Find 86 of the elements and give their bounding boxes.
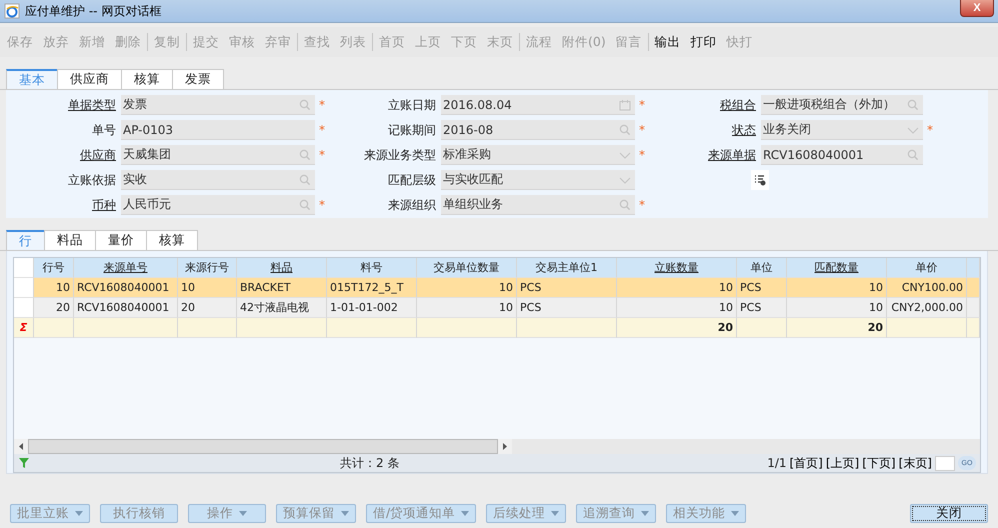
field-label[interactable]: 税组合 (656, 96, 761, 114)
search-icon (299, 198, 311, 210)
toolbar-button[interactable]: 输出 (650, 34, 686, 50)
pager-link[interactable]: [末页] (898, 454, 932, 472)
input-field[interactable]: 人民币元 (121, 195, 315, 215)
required-mark: * (318, 148, 326, 162)
tab[interactable]: 供应商 (57, 69, 122, 89)
window-title: 应付单维护 -- 网页对话框 (25, 2, 162, 20)
tab[interactable]: 核算 (121, 69, 173, 89)
required-mark: * (638, 148, 646, 162)
table-cell: 20 (617, 318, 737, 338)
field-label[interactable]: 状态 (656, 122, 761, 138)
input-field[interactable]: 2016-08 (441, 120, 635, 140)
caret-icon (239, 511, 247, 516)
required-mark: * (318, 198, 326, 212)
field-label: 来源组织 (387, 196, 437, 214)
calendar-icon (619, 98, 631, 110)
table-cell (178, 318, 237, 338)
field-label[interactable]: 币种 (6, 196, 121, 214)
tab[interactable]: 核算 (146, 230, 198, 250)
input-field[interactable]: 与实收匹配 (441, 170, 635, 190)
input-field[interactable]: 实收 (121, 170, 315, 190)
page-input[interactable] (935, 456, 955, 470)
search-icon (299, 148, 311, 160)
search-icon (299, 174, 311, 186)
caret-icon (75, 511, 83, 516)
row-selector-cell[interactable] (14, 278, 34, 298)
input-field[interactable]: 2016.08.04 (441, 95, 635, 115)
horizontal-scrollbar[interactable] (14, 439, 980, 454)
input-field[interactable]: AP-0103 (121, 120, 315, 140)
row-selector-cell[interactable] (14, 298, 34, 318)
field-label: 记账期间 (387, 122, 437, 138)
input-field[interactable]: 业务关闭 (761, 120, 923, 140)
required-mark: * (638, 123, 646, 137)
pager-link[interactable]: [上页] (826, 454, 860, 472)
list-settings-button[interactable] (751, 170, 769, 190)
field-label: 来源业务类型 (363, 146, 437, 164)
table-row[interactable]: 10 RCV1608040001 10 BRACKET 015T172_5_T 10 PCS 10 PCS 10 CNY100.00 (14, 278, 980, 298)
filter-icon[interactable] (18, 457, 30, 469)
table-cell: 20 (787, 318, 887, 338)
toolbar-button[interactable]: 打印 (686, 34, 722, 50)
field-label: 立账日期 (387, 96, 437, 114)
input-field[interactable]: 单组织业务 (441, 195, 635, 215)
required-mark: * (318, 98, 326, 112)
caret-icon (731, 511, 740, 516)
caret-icon (341, 511, 349, 516)
input-field[interactable]: 发票 (121, 95, 315, 115)
record-count: 共计：2 条 (340, 454, 400, 472)
required-mark: * (638, 98, 646, 112)
pager-link[interactable]: [首页] (790, 454, 823, 472)
field-label[interactable]: 单据类型 (6, 96, 121, 114)
tab[interactable]: 发票 (172, 69, 224, 89)
table-row[interactable]: 20 RCV1608040001 20 42寸液晶电视 1-01-01-002 10 PCS 10 PCS 10 CNY2,000.00 (14, 298, 980, 318)
input-field[interactable]: 天威集团 (121, 145, 315, 165)
caret-icon (551, 511, 560, 516)
required-mark: * (318, 123, 326, 137)
scroll-left-icon[interactable] (14, 439, 28, 454)
pager-link[interactable]: [下页] (862, 454, 896, 472)
close-button[interactable]: 关闭 (910, 504, 988, 523)
browser-icon (4, 3, 20, 19)
input-field[interactable]: 一般进项税组合（外加） (761, 95, 923, 115)
search-icon (619, 198, 631, 210)
page-indicator: 1/1 (767, 456, 786, 470)
field-label: 单号 (91, 122, 117, 138)
caret-icon (461, 511, 470, 516)
input-field[interactable]: 标准采购 (441, 145, 635, 165)
caret-icon (641, 511, 650, 516)
tab[interactable]: 料品 (44, 230, 96, 250)
list-settings-icon (754, 174, 766, 186)
table-cell (967, 318, 980, 338)
search-icon (907, 148, 919, 160)
field-label: 立账依据 (67, 172, 117, 188)
table-cell (34, 318, 74, 338)
search-icon (619, 124, 631, 136)
required-mark: * (638, 198, 646, 212)
required-mark: * (926, 123, 933, 137)
scroll-right-icon[interactable] (498, 439, 512, 454)
sum-icon: Σ (14, 318, 34, 338)
input-field[interactable]: RCV1608040001 (761, 145, 923, 165)
field-label: 匹配层级 (387, 172, 437, 188)
search-icon (907, 98, 919, 110)
search-icon (299, 98, 311, 110)
field-label[interactable]: 供应商 (6, 146, 121, 164)
field-label[interactable]: 来源单据 (656, 146, 761, 164)
table-cell (737, 318, 787, 338)
tab[interactable]: 量价 (95, 230, 147, 250)
